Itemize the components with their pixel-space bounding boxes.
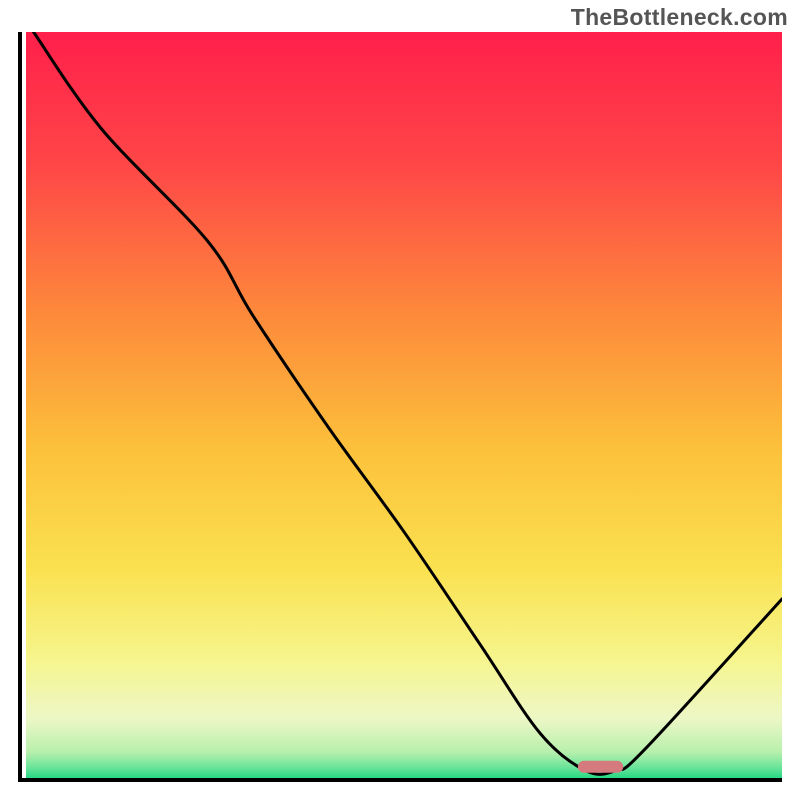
watermark-text: TheBottleneck.com [571,4,788,31]
chart-svg [26,32,782,778]
gradient-background [26,32,782,778]
axes-frame [18,32,782,782]
chart-container: TheBottleneck.com [0,0,800,800]
minimum-marker [578,761,623,773]
plot-area [26,32,782,778]
